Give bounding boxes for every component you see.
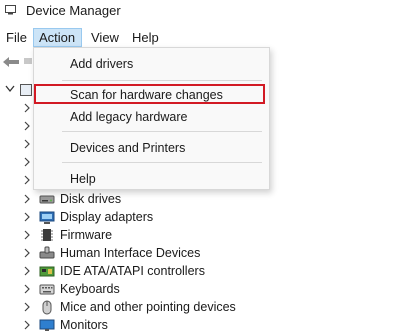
hid-icon — [39, 246, 55, 259]
chevron-right-icon[interactable] — [23, 302, 31, 312]
chevron-right-icon[interactable] — [23, 121, 31, 131]
chevron-right-icon[interactable] — [23, 103, 31, 113]
menu-action[interactable]: Action — [33, 28, 82, 47]
device-manager-icon — [5, 5, 16, 15]
menu-help[interactable]: Help — [127, 28, 164, 47]
back-arrow-icon[interactable] — [2, 56, 20, 68]
menu-item-scan-for-hardware-changes[interactable]: Scan for hardware changes — [70, 87, 223, 103]
chevron-right-icon[interactable] — [23, 266, 31, 276]
menu-item-add-legacy-hardware[interactable]: Add legacy hardware — [70, 109, 187, 125]
menu-view[interactable]: View — [86, 28, 124, 47]
menu-divider — [62, 162, 262, 163]
computer-icon — [20, 84, 32, 96]
tree-item-human-interface-devices[interactable]: Human Interface Devices — [0, 244, 300, 262]
title-bar: Device Manager — [0, 0, 419, 24]
tree-item-keyboards[interactable]: Keyboards — [0, 280, 300, 298]
tree-item-display-adapters[interactable]: Display adapters — [0, 208, 300, 226]
menu-bar: File Action View Help — [0, 26, 419, 48]
tree-item-mice[interactable]: Mice and other pointing devices — [0, 298, 300, 316]
chevron-right-icon[interactable] — [23, 194, 31, 204]
chevron-right-icon[interactable] — [23, 175, 31, 185]
tree-item-label: Display adapters — [60, 210, 154, 224]
monitor-icon — [39, 319, 55, 331]
chevron-right-icon[interactable] — [23, 230, 31, 240]
disk-drive-icon — [39, 195, 55, 204]
tree-item-label: IDE ATA/ATAPI controllers — [60, 264, 205, 278]
tree-item-label: Disk drives — [60, 192, 122, 206]
tree-item-ide-controllers[interactable]: IDE ATA/ATAPI controllers — [0, 262, 300, 280]
menu-item-devices-and-printers[interactable]: Devices and Printers — [70, 140, 185, 156]
action-menu: Add drivers Scan for hardware changes Ad… — [33, 47, 270, 190]
tree-item-label: Firmware — [60, 228, 113, 242]
tree-item-label: Mice and other pointing devices — [60, 300, 236, 314]
tree-item-label: Human Interface Devices — [60, 246, 201, 260]
chevron-right-icon[interactable] — [23, 157, 31, 167]
chevron-right-icon[interactable] — [23, 139, 31, 149]
display-adapter-icon — [39, 211, 55, 224]
menu-file[interactable]: File — [1, 28, 32, 47]
menu-divider — [62, 80, 262, 81]
chevron-right-icon[interactable] — [23, 320, 31, 330]
mouse-icon — [42, 300, 52, 315]
forward-arrow-icon[interactable] — [24, 58, 32, 64]
tree-item-firmware[interactable]: Firmware — [0, 226, 300, 244]
menu-divider — [62, 131, 262, 132]
chevron-right-icon[interactable] — [23, 212, 31, 222]
keyboard-icon — [39, 284, 55, 295]
chevron-down-icon[interactable] — [5, 85, 15, 93]
menu-item-help[interactable]: Help — [70, 171, 96, 187]
chevron-right-icon[interactable] — [23, 284, 31, 294]
tree-item-monitors[interactable]: Monitors — [0, 316, 300, 334]
window-title: Device Manager — [26, 3, 121, 18]
tree-item-disk-drives[interactable]: Disk drives — [0, 190, 300, 208]
firmware-icon — [41, 229, 53, 241]
chevron-right-icon[interactable] — [23, 248, 31, 258]
ide-controller-icon — [39, 266, 55, 277]
tree-item-label: Keyboards — [60, 282, 120, 296]
menu-item-add-drivers[interactable]: Add drivers — [70, 56, 133, 72]
tree-item-label: Monitors — [60, 318, 108, 332]
